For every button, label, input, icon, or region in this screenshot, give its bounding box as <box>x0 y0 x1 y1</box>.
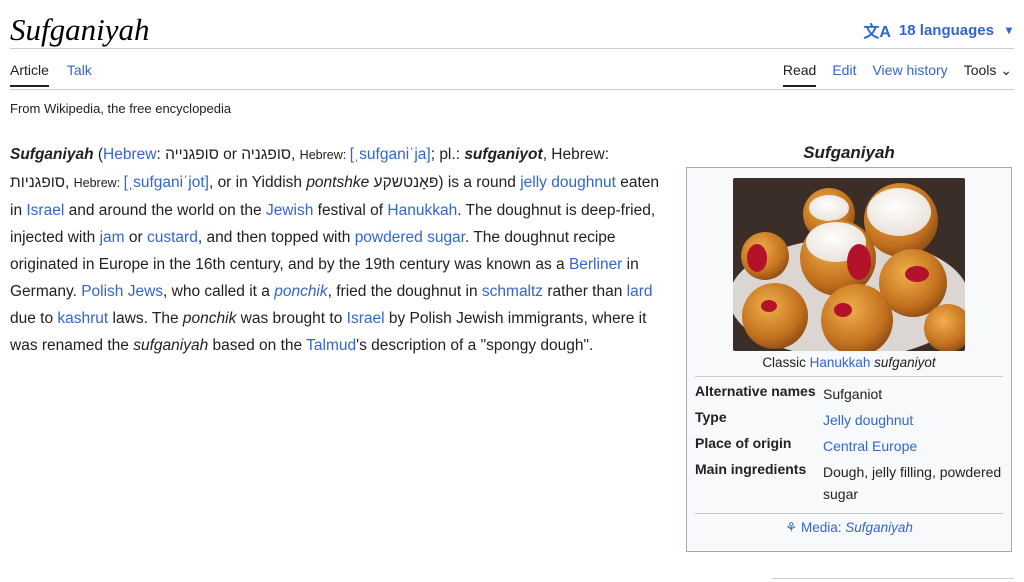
link-jelly-doughnut[interactable]: jelly doughnut <box>520 174 616 191</box>
chevron-down-icon: ▾ <box>1005 23 1012 37</box>
plural-abbr: pl. <box>439 146 456 163</box>
link-central-europe[interactable]: Central Europe <box>823 438 917 454</box>
lead-text: and around the world on the <box>64 202 266 219</box>
link-media[interactable]: Media: Sufganiyah <box>801 520 913 535</box>
row-value: Sufganiot <box>823 386 883 402</box>
link-ipa[interactable]: [ˌsufɡaniˈjot] <box>124 174 209 191</box>
media-target: Sufganiyah <box>845 520 913 535</box>
lead-paragraph: Sufganiyah (Hebrew: סופגנייה or סופגניה,… <box>10 141 670 359</box>
lead-text: , or in Yiddish <box>208 174 307 191</box>
tab-edit[interactable]: Edit <box>832 62 856 87</box>
lead-term: Sufganiyah <box>10 146 94 163</box>
link-kashrut[interactable]: kashrut <box>57 310 108 327</box>
language-selector[interactable]: 文A 18 languages ▾ <box>863 18 1012 42</box>
lead-text: , and then topped with <box>197 229 355 246</box>
link-polish-jews[interactable]: Polish Jews <box>81 283 163 300</box>
tools-menu[interactable]: Tools ⌄ <box>964 62 1012 87</box>
lead-text: due to <box>10 310 58 327</box>
lead-term: sufganiyah <box>133 337 209 354</box>
link-ponchik[interactable]: ponchik <box>274 283 327 300</box>
link-talmud[interactable]: Talmud <box>306 337 356 354</box>
lead-text: Hebrew: <box>299 148 350 162</box>
link-hanukkah[interactable]: Hanukkah <box>387 202 457 219</box>
row-value: Dough, jelly filling, powdered sugar <box>823 464 1002 502</box>
tab-read[interactable]: Read <box>782 62 817 87</box>
chevron-down-icon: ⌄ <box>1000 62 1012 78</box>
row-label: Type <box>695 409 727 425</box>
tab-talk[interactable]: Talk <box>67 62 92 87</box>
lead-text: פּאָנטשקע) is a round <box>369 174 521 191</box>
tools-label: Tools <box>963 62 997 78</box>
infobox-row: Main ingredients Dough, jelly filling, p… <box>695 459 1003 507</box>
link-jam[interactable]: jam <box>100 229 125 246</box>
commons-icon: ⚘ <box>785 520 798 535</box>
infobox-row: Place of origin Central Europe <box>695 433 1003 459</box>
title-divider <box>10 48 1014 49</box>
link-ipa[interactable]: [ˌsufɡaniˈja] <box>350 146 431 163</box>
lead-text: or <box>124 229 147 246</box>
lead-term: pontshke <box>306 174 370 191</box>
link-powdered-sugar[interactable]: powdered sugar <box>355 229 465 246</box>
row-label: Main ingredients <box>695 461 807 477</box>
media-link-row: ⚘ Media: Sufganiyah <box>695 513 1003 536</box>
lead-text: festival of <box>313 202 388 219</box>
link-hanukkah[interactable]: Hanukkah <box>810 355 871 370</box>
tabs-divider <box>10 89 1014 90</box>
language-count: 18 languages <box>898 21 994 39</box>
link-israel[interactable]: Israel <box>347 310 385 327</box>
lead-term: ponchik <box>182 310 237 327</box>
lead-text: , fried the doughnut in <box>327 283 482 300</box>
tab-article[interactable]: Article <box>10 62 49 87</box>
infobox-rows: Alternative names Sufganiot Type Jelly d… <box>695 381 1003 507</box>
tab-view-history[interactable]: View history <box>872 62 947 87</box>
section-divider <box>772 578 1014 579</box>
lead-text: Hebrew: <box>73 176 124 190</box>
page-title: Sufganiyah <box>10 12 150 47</box>
lead-term: sufganiyot <box>464 146 543 163</box>
link-berliner[interactable]: Berliner <box>569 256 622 273</box>
link-israel[interactable]: Israel <box>26 202 64 219</box>
caption-text: Classic <box>762 355 810 370</box>
image-caption: Classic Hanukkah sufganiyot <box>695 355 1003 377</box>
lead-text: laws. The <box>108 310 183 327</box>
row-label: Place of origin <box>695 435 792 451</box>
lead-term: ponchik <box>274 283 328 300</box>
caption-text: sufganiyot <box>870 355 936 370</box>
link-jewish[interactable]: Jewish <box>266 202 313 219</box>
infobox-row: Alternative names Sufganiot <box>695 381 1003 407</box>
infobox-row: Type Jelly doughnut <box>695 407 1003 433</box>
lead-text: based on the <box>208 337 307 354</box>
lead-text: 's description of a "spongy dough". <box>356 337 594 354</box>
lead-text: : סופגנייה or סופגניה, <box>156 146 300 163</box>
infobox: Sufganiyah Classic Hanukkah sufganiyot A… <box>686 143 1012 552</box>
lead-text: , who called it a <box>163 283 275 300</box>
sufganiyot-photo[interactable] <box>733 178 965 351</box>
lead-text: was brought to <box>236 310 347 327</box>
lead-text: ( <box>93 146 104 163</box>
row-label: Alternative names <box>695 383 816 399</box>
lead-text: rather than <box>543 283 627 300</box>
view-tabs: Read Edit View history Tools ⌄ <box>782 62 1012 87</box>
link-lard[interactable]: lard <box>627 283 653 300</box>
infobox-title: Sufganiyah <box>803 143 895 162</box>
link-jelly-doughnut[interactable]: Jelly doughnut <box>823 412 913 428</box>
link-schmaltz[interactable]: schmaltz <box>482 283 543 300</box>
link-custard[interactable]: custard <box>147 229 198 246</box>
media-label: Media: <box>801 520 846 535</box>
link-hebrew[interactable]: Hebrew <box>103 146 156 163</box>
namespace-tabs: Article Talk <box>10 62 92 87</box>
site-tagline: From Wikipedia, the free encyclopedia <box>10 101 232 116</box>
translate-icon: 文A <box>863 24 891 41</box>
infobox-body: Classic Hanukkah sufganiyot Alternative … <box>686 167 1012 552</box>
